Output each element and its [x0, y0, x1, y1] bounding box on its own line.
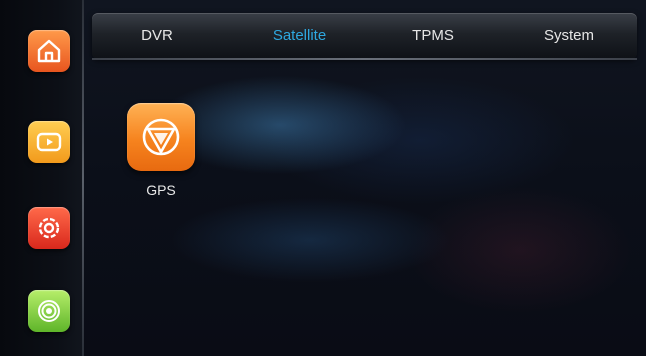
sidebar — [0, 0, 82, 356]
sidebar-signal-button[interactable] — [28, 290, 70, 332]
screen-background: DVR Satellite TPMS System GPS — [0, 0, 646, 356]
gear-icon — [38, 217, 60, 239]
tab-system[interactable]: System — [524, 13, 614, 59]
tab-bar-underline — [92, 58, 637, 60]
gps-app-label: GPS — [146, 182, 176, 198]
gps-icon — [142, 118, 180, 156]
gps-app-button[interactable] — [127, 103, 195, 171]
sidebar-home-button[interactable] — [28, 30, 70, 72]
tab-bar: DVR Satellite TPMS System — [92, 13, 637, 59]
sidebar-divider — [82, 0, 84, 356]
sidebar-video-button[interactable] — [28, 121, 70, 163]
video-icon — [36, 132, 62, 152]
home-icon — [37, 39, 61, 63]
tab-satellite[interactable]: Satellite — [252, 13, 347, 59]
tab-tpms[interactable]: TPMS — [398, 13, 468, 59]
sidebar-settings-button[interactable] — [28, 207, 70, 249]
signal-icon — [38, 300, 60, 322]
tab-dvr[interactable]: DVR — [122, 13, 192, 59]
